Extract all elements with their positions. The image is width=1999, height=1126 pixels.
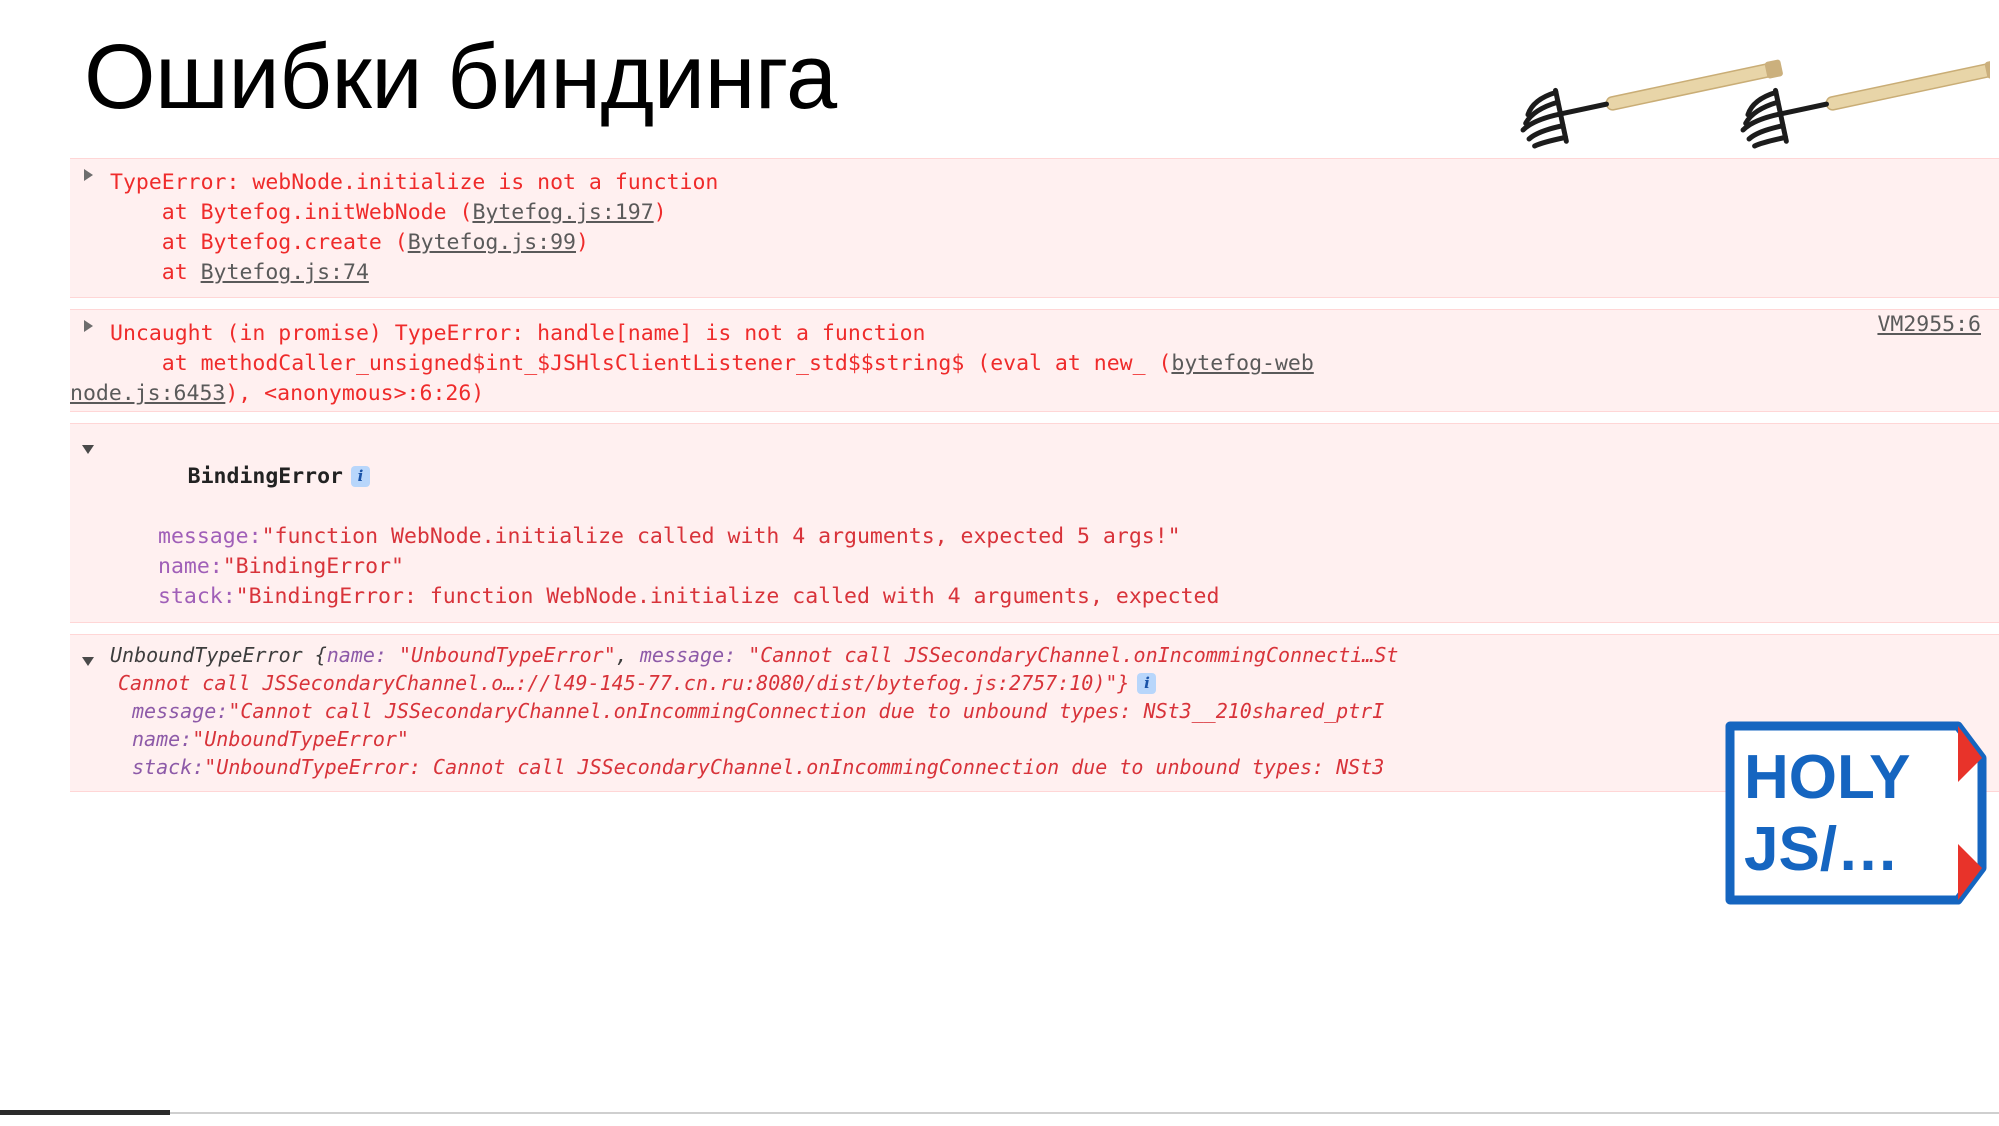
property-value: "BindingError" [222, 554, 404, 579]
error-message-line: Uncaught (in promise) TypeError: handle[… [110, 321, 926, 346]
property-key: stack: [132, 755, 205, 779]
console-error-entry-bindingerror[interactable]: BindingError i message:"function WebNode.… [70, 423, 1999, 623]
stack-frame-line: at Bytefog.initWebNode (Bytefog.js:197) [110, 200, 667, 225]
rule-segment-dark [0, 1110, 170, 1115]
source-link[interactable]: Bytefog.js:74 [201, 260, 369, 285]
object-preview-line: UnboundTypeError {name: "UnboundTypeErro… [110, 643, 1399, 667]
rule-segment-grey [170, 1112, 1999, 1114]
info-badge[interactable]: i [1137, 673, 1157, 694]
property-key: message: [132, 699, 229, 723]
property-key: name: [132, 727, 193, 751]
object-preview-wrap-line: Cannot call JSSecondaryChannel.o…://l49-… [70, 669, 1999, 697]
property-value: "Cannot call JSSecondaryChannel.onIncomm… [228, 699, 1385, 723]
stack-frame-line: at methodCaller_unsigned$int_$JSHlsClien… [110, 351, 1314, 376]
source-link[interactable]: bytefog-web [1171, 351, 1313, 376]
source-link[interactable]: Bytefog.js:197 [472, 200, 653, 225]
rakes-icon [1430, 14, 1999, 164]
console-error-entry-uncaught[interactable]: VM2955:6 Uncaught (in promise) TypeError… [70, 309, 1999, 412]
object-property-row: stack:"BindingError: function WebNode.in… [70, 582, 1999, 612]
property-value: "UnboundTypeError: Cannot call JSSeconda… [204, 755, 1385, 779]
console-error-entry-typeerror[interactable]: TypeError: webNode.initialize is not a f… [70, 158, 1999, 298]
expanded-triangle-icon[interactable] [82, 657, 94, 666]
page-title: Ошибки биндинга [84, 26, 837, 128]
stack-frame-wrap-line: node.js:6453), <anonymous>:6:26) [70, 381, 485, 406]
devtools-console-panel: TypeError: webNode.initialize is not a f… [70, 158, 1999, 792]
holyjs-logo: HOLY JS/… [1700, 718, 1990, 913]
stack-frame-line: at Bytefog.create (Bytefog.js:99) [110, 230, 589, 255]
property-key: name: [158, 554, 223, 579]
property-value: "UnboundTypeError" [192, 727, 409, 751]
property-value: "function WebNode.initialize called with… [261, 524, 1181, 549]
slide-bottom-rule [0, 1110, 1999, 1115]
stack-frame-line: at Bytefog.js:74 [110, 260, 369, 285]
logo-text-bottom: JS/… [1744, 815, 1899, 884]
property-value: "BindingError: function WebNode.initiali… [235, 584, 1220, 609]
error-message-line: TypeError: webNode.initialize is not a f… [110, 170, 719, 195]
object-property-row: message:"function WebNode.initialize cal… [70, 522, 1999, 552]
logo-text-top: HOLY [1744, 743, 1911, 812]
property-key: stack: [158, 584, 236, 609]
source-link[interactable]: node.js:6453 [70, 381, 225, 406]
info-badge[interactable]: i [351, 466, 371, 487]
source-link[interactable]: Bytefog.js:99 [408, 230, 576, 255]
property-key: message: [158, 524, 262, 549]
object-property-row: name:"BindingError" [70, 552, 1999, 582]
expanded-triangle-icon[interactable] [82, 445, 94, 454]
object-header[interactable]: BindingError i [70, 432, 1999, 522]
